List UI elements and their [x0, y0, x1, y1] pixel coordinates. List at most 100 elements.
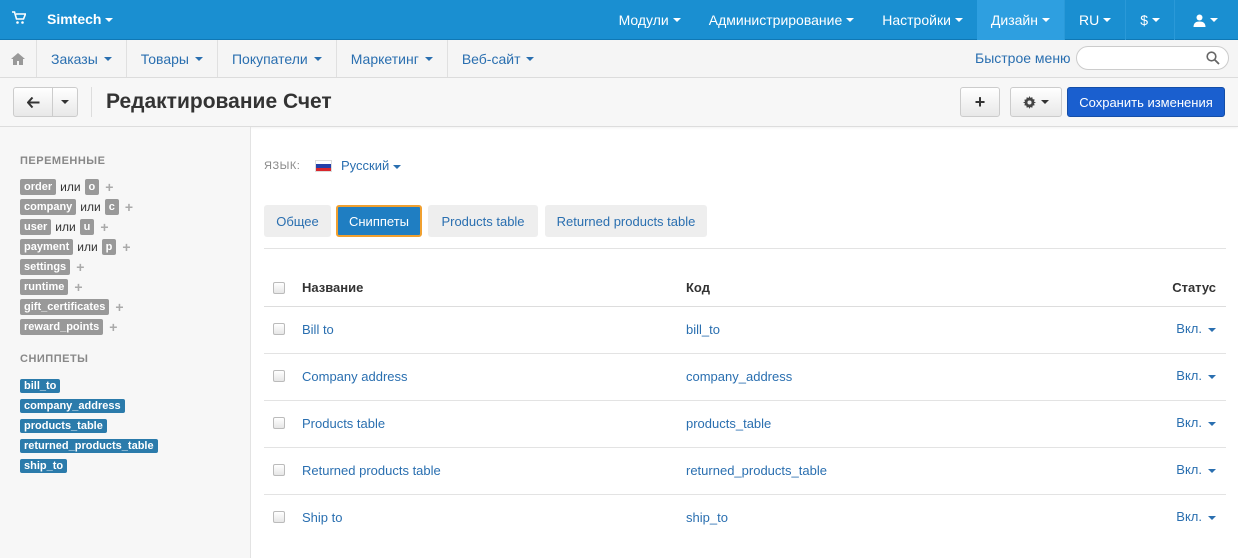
top-menu-settings[interactable]: Настройки [868, 0, 977, 40]
chevron-down-icon [954, 18, 963, 22]
nav-item-marketing[interactable]: Маркетинг [337, 40, 448, 77]
language-name: Русский [341, 158, 390, 173]
settings-dropdown-button[interactable] [1010, 87, 1062, 117]
chevron-down-icon [424, 56, 433, 61]
tab-returned-products-table[interactable]: Returned products table [545, 205, 707, 237]
currency-symbol: $ [1140, 12, 1148, 28]
snippet-name-link[interactable]: Company address [302, 369, 408, 384]
or-text: или [77, 240, 98, 254]
snippet-name-link[interactable]: Products table [302, 416, 385, 431]
snippet-row: returned_products_table [20, 437, 158, 453]
top-menu-design[interactable]: Дизайн [976, 0, 1064, 40]
back-button[interactable] [13, 87, 53, 117]
chevron-down-icon [1208, 374, 1216, 379]
snippet-tag[interactable]: company_address [20, 399, 125, 413]
variable-tag[interactable]: order [20, 179, 57, 195]
plus-icon[interactable]: + [109, 319, 117, 335]
variable-alias-tag[interactable]: c [104, 199, 119, 215]
variable-tag[interactable]: user [20, 219, 52, 235]
select-all-checkbox[interactable] [273, 282, 285, 294]
snippet-name-link[interactable]: Ship to [302, 510, 342, 525]
variable-alias-tag[interactable]: p [101, 239, 117, 255]
home-button[interactable] [0, 40, 37, 77]
currency-switcher[interactable]: $ [1125, 0, 1174, 40]
top-menu-label: Дизайн [990, 12, 1038, 28]
language-switcher[interactable]: RU [1063, 0, 1125, 40]
variable-tag[interactable]: settings [20, 259, 71, 275]
tab-general[interactable]: Общее [264, 205, 331, 237]
status-dropdown[interactable]: Вкл. [1176, 415, 1216, 430]
plus-icon[interactable]: + [125, 199, 133, 215]
nav-item-orders[interactable]: Заказы [37, 40, 127, 77]
language-selector[interactable]: Русский [341, 158, 402, 173]
snippet-tag[interactable]: ship_to [20, 459, 68, 473]
nav-item-label: Товары [140, 50, 189, 67]
or-text: или [55, 220, 76, 234]
variable-tag[interactable]: reward_points [20, 319, 104, 335]
snippet-code-link[interactable]: ship_to [686, 510, 728, 525]
plus-icon[interactable]: + [100, 219, 108, 235]
variable-tag[interactable]: gift_certificates [20, 299, 110, 315]
top-menu-administration[interactable]: Администрирование [695, 0, 869, 40]
status-dropdown[interactable]: Вкл. [1176, 368, 1216, 383]
chevron-down-icon [672, 18, 681, 22]
variable-tag[interactable]: runtime [20, 279, 69, 295]
snippet-tag[interactable]: returned_products_table [20, 439, 158, 453]
top-menu-modules[interactable]: Модули [605, 0, 695, 40]
chevron-down-icon [1208, 468, 1216, 473]
plus-icon[interactable]: + [122, 239, 130, 255]
chevron-down-icon [194, 56, 203, 61]
status-label: Вкл. [1176, 368, 1202, 383]
tab-products-table[interactable]: Products table [428, 205, 538, 237]
status-label: Вкл. [1176, 321, 1202, 336]
store-switcher[interactable]: Simtech [47, 11, 114, 27]
status-dropdown[interactable]: Вкл. [1176, 321, 1216, 336]
history-dropdown-button[interactable] [52, 87, 78, 117]
search-input[interactable] [1076, 46, 1229, 70]
or-text: или [80, 200, 101, 214]
top-menu-label: Модули [618, 12, 669, 28]
quick-menu-link[interactable]: Быстрое меню [975, 50, 1071, 66]
row-checkbox[interactable] [273, 417, 285, 429]
plus-icon[interactable]: + [74, 279, 82, 295]
row-checkbox[interactable] [273, 464, 285, 476]
nav-item-label: Заказы [51, 50, 98, 67]
snippet-name-link[interactable]: Bill to [302, 322, 334, 337]
variable-tag[interactable]: company [20, 199, 77, 215]
row-checkbox[interactable] [273, 511, 285, 523]
snippet-code-link[interactable]: company_address [686, 369, 792, 384]
snippet-name-link[interactable]: Returned products table [302, 463, 441, 478]
chevron-down-icon [526, 56, 535, 61]
plus-icon[interactable]: + [105, 179, 113, 195]
snippet-code-link[interactable]: returned_products_table [686, 463, 827, 478]
nav-item-products[interactable]: Товары [127, 40, 218, 77]
user-menu[interactable] [1174, 0, 1238, 40]
nav-item-customers[interactable]: Покупатели [218, 40, 337, 77]
variable-tag[interactable]: payment [20, 239, 74, 255]
chevron-down-icon [1041, 100, 1049, 104]
snippet-tag[interactable]: products_table [20, 419, 107, 433]
snippet-tag[interactable]: bill_to [20, 379, 61, 393]
nav-items: Заказы Товары Покупатели Маркетинг Веб-с… [37, 40, 548, 77]
search-icon[interactable] [1206, 51, 1220, 65]
snippet-code-link[interactable]: bill_to [686, 322, 720, 337]
status-dropdown[interactable]: Вкл. [1176, 509, 1216, 524]
variable-row-reward-points: reward_points + [20, 319, 117, 335]
variable-row-runtime: runtime + [20, 279, 83, 295]
plus-icon[interactable]: + [76, 259, 84, 275]
status-dropdown[interactable]: Вкл. [1176, 462, 1216, 477]
snippet-row: company_address [20, 397, 125, 413]
plus-icon[interactable]: + [115, 299, 123, 315]
snippet-code-link[interactable]: products_table [686, 416, 771, 431]
variable-alias-tag[interactable]: u [79, 219, 95, 235]
sidebar: ПЕРЕМЕННЫЕ order или o + company или c +… [0, 127, 251, 558]
nav-item-website[interactable]: Веб-сайт [448, 40, 549, 77]
cart-icon[interactable] [12, 11, 26, 25]
tab-snippets[interactable]: Сниппеты [336, 205, 422, 237]
row-checkbox[interactable] [273, 370, 285, 382]
save-changes-button[interactable]: Сохранить изменения [1067, 87, 1225, 117]
add-button[interactable]: + [960, 87, 1000, 117]
row-checkbox[interactable] [273, 323, 285, 335]
variable-alias-tag[interactable]: o [84, 179, 100, 195]
chevron-down-icon [61, 100, 69, 104]
